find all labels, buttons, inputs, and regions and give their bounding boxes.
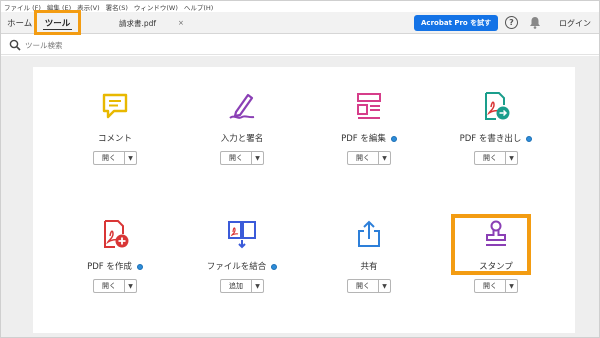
chevron-down-icon[interactable]: ▼ — [125, 152, 136, 164]
open-button-label[interactable]: 開く — [221, 152, 252, 164]
stamp-highlight — [451, 214, 531, 275]
comment-icon — [102, 93, 128, 119]
open-button-label[interactable]: 開く — [475, 152, 506, 164]
open-button[interactable]: 開く ▼ — [347, 151, 391, 165]
fill-and-sign-icon — [229, 93, 255, 119]
tool-comment[interactable]: コメント 開く ▼ — [53, 91, 177, 201]
help-icon[interactable]: ? — [505, 16, 518, 29]
open-button[interactable]: 開く ▼ — [93, 151, 137, 165]
chevron-down-icon[interactable]: ▼ — [506, 152, 517, 164]
tool-label: PDF を作成 — [53, 260, 177, 272]
tool-label: 共有 — [360, 262, 378, 272]
tools-area: コメント 開く ▼ 入力と署名 開く ▼ PDF を編集 開く ▼ PDF を書… — [1, 56, 599, 337]
tool-create-pdf[interactable]: PDF を作成 開く ▼ — [53, 219, 177, 329]
tab-bar: ホーム ツール 請求書.pdf × Acrobat Pro を試す ? ログイン — [1, 10, 599, 35]
info-icon[interactable] — [136, 263, 143, 270]
tool-label: PDF を編集 — [307, 132, 431, 144]
close-icon[interactable]: × — [178, 19, 184, 27]
chevron-down-icon[interactable]: ▼ — [125, 280, 136, 292]
open-button-label[interactable]: 開く — [94, 152, 125, 164]
tab-tools-label: ツール — [44, 18, 71, 29]
menu-help[interactable]: ヘルプ(H) — [184, 2, 213, 12]
tool-label: 入力と署名 — [220, 134, 264, 144]
tools-panel: コメント 開く ▼ 入力と署名 開く ▼ PDF を編集 開く ▼ PDF を書… — [33, 67, 575, 333]
open-button[interactable]: 開く ▼ — [347, 279, 391, 293]
info-icon[interactable] — [271, 263, 278, 270]
tool-export-pdf[interactable]: PDF を書き出し 開く ▼ — [434, 91, 558, 201]
menu-bar: ファイル (F) 編集 (E) 表示(V) 署名(S) ウィンドウ(W) ヘルプ… — [1, 1, 599, 12]
export-pdf-icon — [485, 92, 510, 120]
chevron-down-icon[interactable]: ▼ — [379, 152, 390, 164]
create-pdf-icon — [104, 220, 129, 248]
chevron-down-icon[interactable]: ▼ — [506, 280, 517, 292]
tool-search-input[interactable] — [25, 38, 225, 52]
tool-share[interactable]: 共有 開く ▼ — [307, 219, 431, 329]
menu-window[interactable]: ウィンドウ(W) — [134, 2, 178, 12]
tool-combine-files[interactable]: ファイルを結合 追加 ▼ — [180, 219, 304, 329]
share-icon — [358, 220, 380, 247]
tab-document[interactable]: 請求書.pdf × — [119, 12, 184, 34]
tool-label: ファイルを結合 — [180, 260, 304, 272]
chevron-down-icon[interactable]: ▼ — [252, 280, 263, 292]
tab-home[interactable]: ホーム — [7, 12, 32, 34]
tool-edit-pdf[interactable]: PDF を編集 開く ▼ — [307, 91, 431, 201]
open-button[interactable]: 開く ▼ — [93, 279, 137, 293]
tool-fill-and-sign[interactable]: 入力と署名 開く ▼ — [180, 91, 304, 201]
info-icon[interactable] — [526, 135, 533, 142]
open-button[interactable]: 開く ▼ — [220, 151, 264, 165]
chevron-down-icon[interactable]: ▼ — [252, 152, 263, 164]
search-bar — [1, 35, 599, 55]
tool-label: コメント — [97, 134, 132, 144]
edit-pdf-icon — [357, 93, 381, 119]
tool-label: PDF を書き出し — [434, 132, 558, 144]
add-button[interactable]: 追加 ▼ — [220, 279, 264, 293]
info-icon[interactable] — [390, 135, 397, 142]
open-button[interactable]: 開く ▼ — [474, 279, 518, 293]
open-button-label[interactable]: 開く — [348, 152, 379, 164]
add-button-label[interactable]: 追加 — [221, 280, 252, 292]
tab-tools[interactable]: ツール — [34, 10, 81, 35]
menu-sign[interactable]: 署名(S) — [106, 2, 128, 12]
tab-document-label: 請求書.pdf — [119, 18, 157, 28]
bell-icon[interactable] — [529, 16, 541, 29]
open-button-label[interactable]: 開く — [475, 280, 506, 292]
combine-files-icon — [228, 221, 256, 249]
search-icon — [9, 39, 21, 51]
open-button-label[interactable]: 開く — [94, 280, 125, 292]
login-link[interactable]: ログイン — [559, 12, 591, 34]
open-button-label[interactable]: 開く — [348, 280, 379, 292]
try-acrobat-pro-button[interactable]: Acrobat Pro を試す — [414, 15, 499, 31]
open-button[interactable]: 開く ▼ — [474, 151, 518, 165]
chevron-down-icon[interactable]: ▼ — [379, 280, 390, 292]
